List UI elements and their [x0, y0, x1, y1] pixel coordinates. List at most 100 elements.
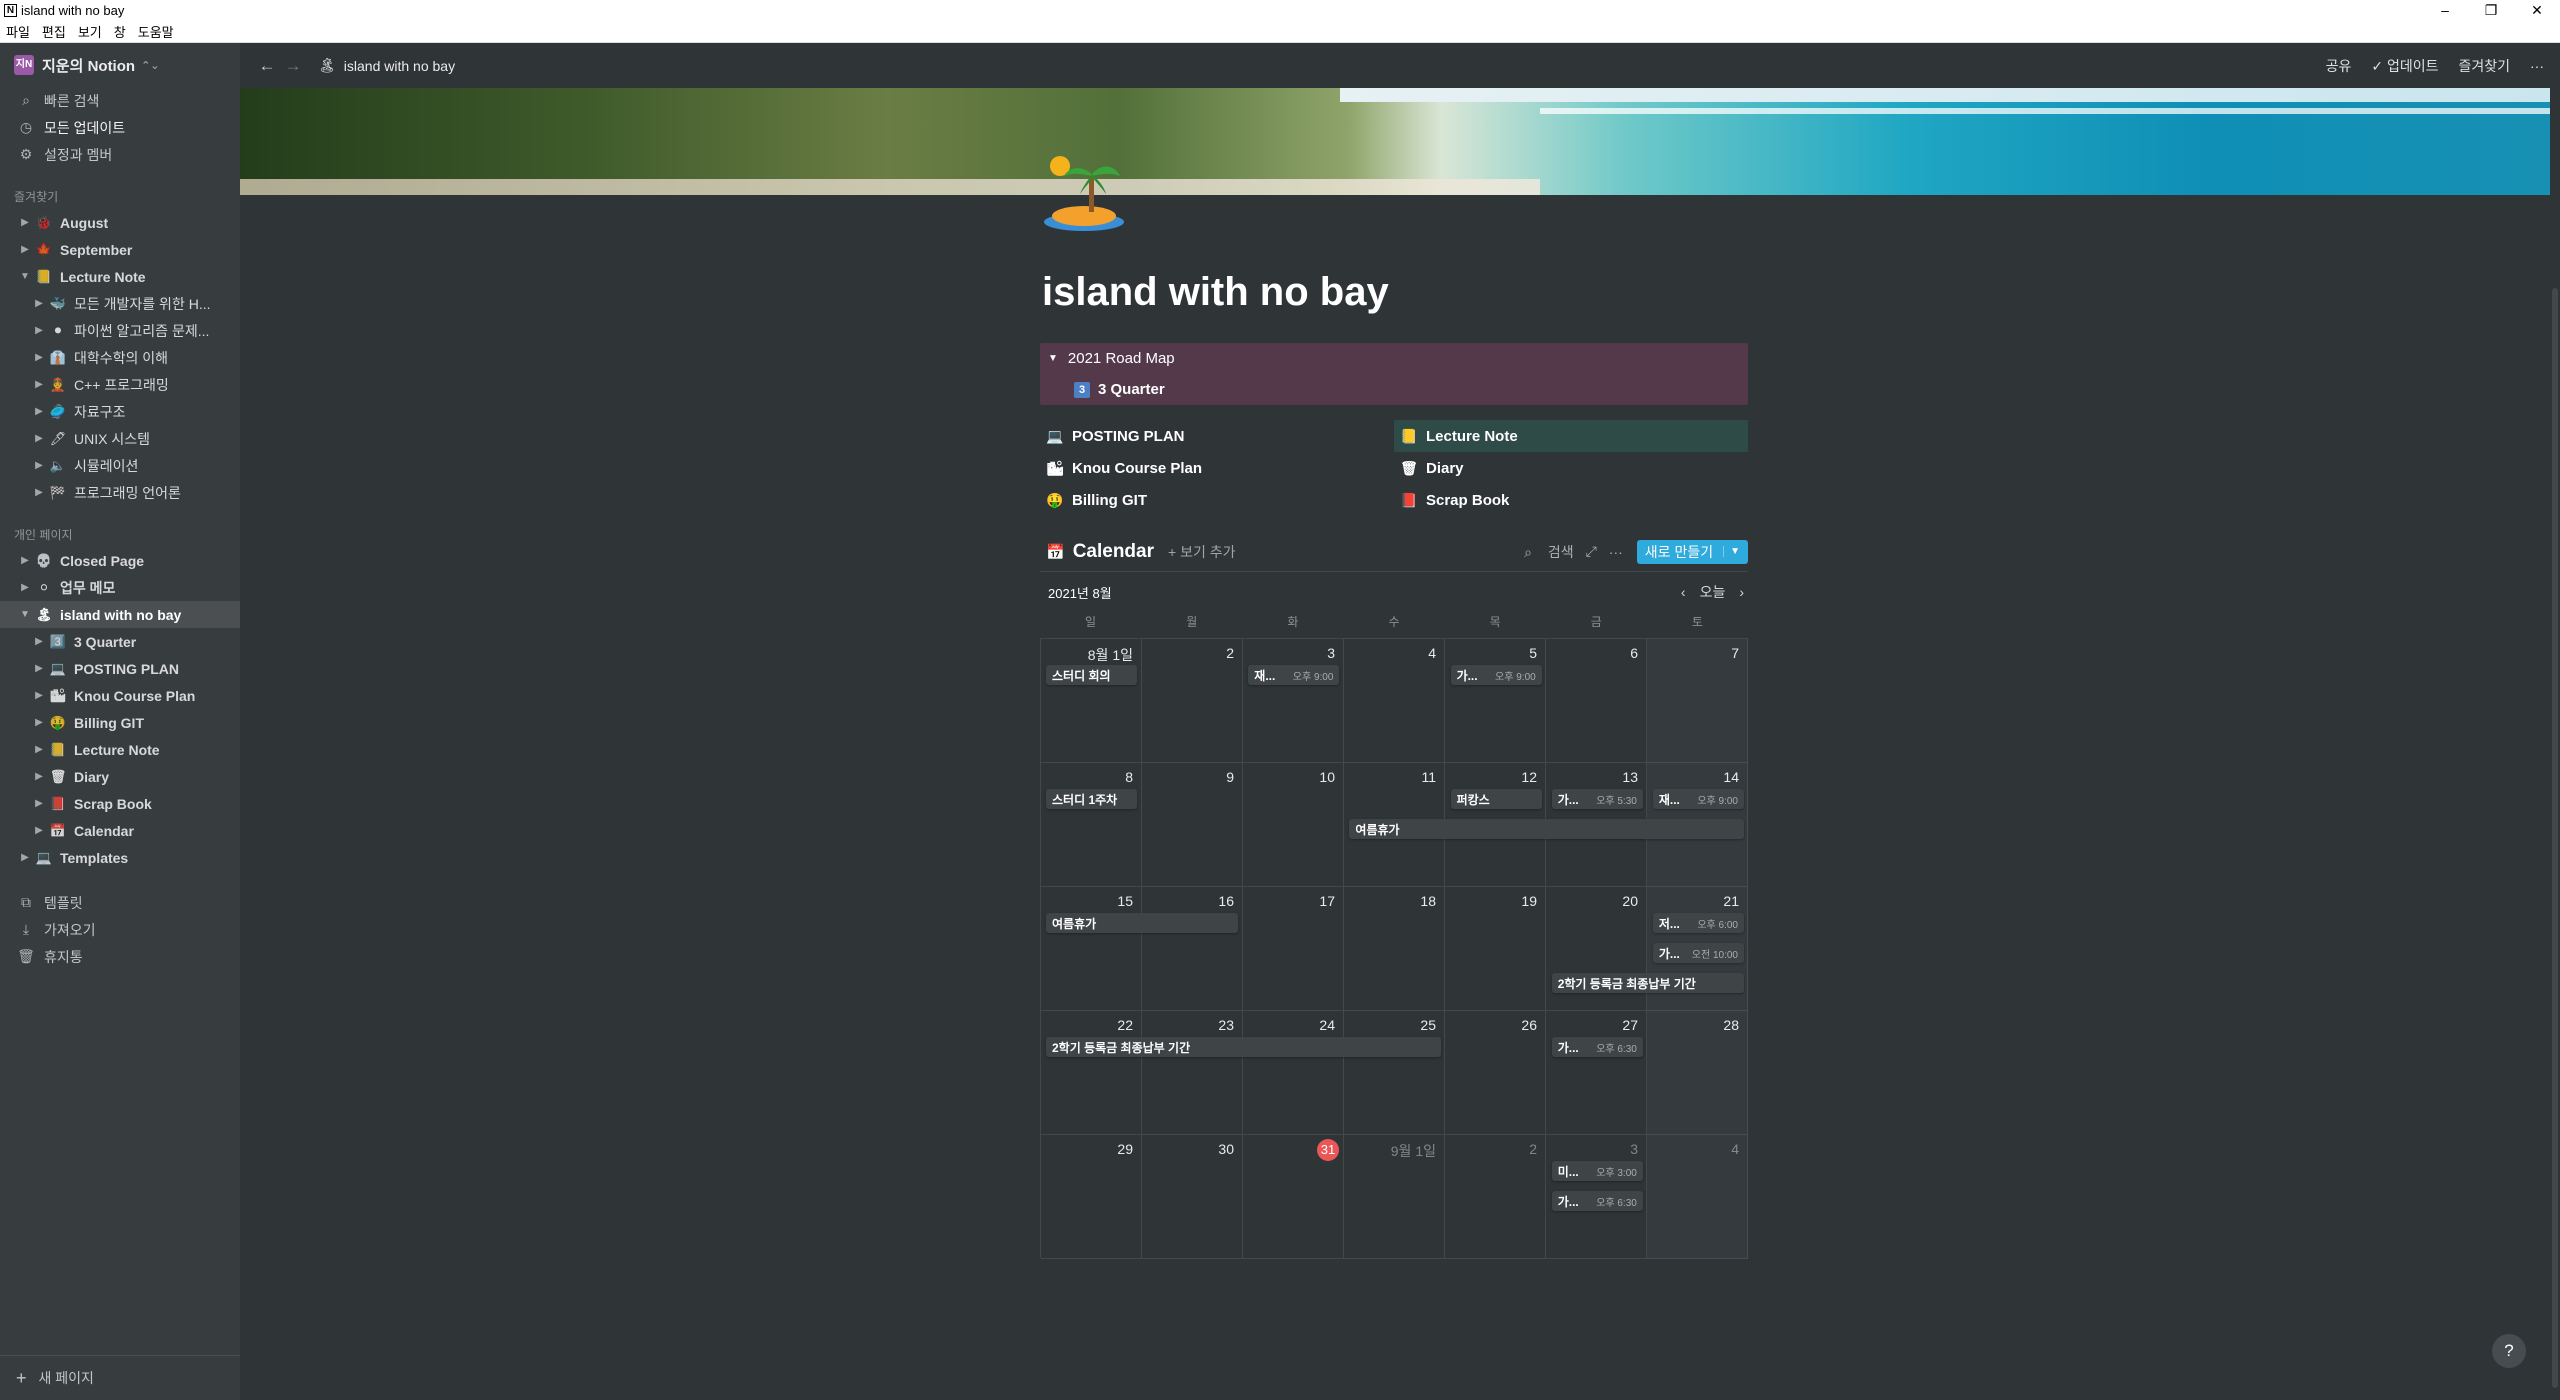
- add-view-button[interactable]: + 보기 추가: [1168, 542, 1235, 562]
- caret-right-icon[interactable]: ▶: [30, 663, 48, 674]
- sidebar-item[interactable]: ▶ 🗑 Diary: [0, 763, 240, 790]
- more-options-button[interactable]: ···: [2530, 58, 2544, 74]
- templates-link[interactable]: ⧉ 템플릿: [0, 889, 240, 916]
- caret-right-icon[interactable]: ▶: [30, 325, 48, 336]
- next-month-icon[interactable]: ›: [1739, 584, 1744, 600]
- caret-down-icon[interactable]: ▼: [16, 271, 34, 282]
- menu-view[interactable]: 보기: [72, 22, 108, 41]
- import-link[interactable]: ⤓ 가져오기: [0, 916, 240, 943]
- caret-right-icon[interactable]: ▶: [16, 217, 34, 228]
- calendar-day[interactable]: 10: [1243, 763, 1344, 887]
- sidebar-item[interactable]: ▶ 🍁 September: [0, 236, 240, 263]
- workspace-switcher[interactable]: 지N 지운의 Notion ⌃⌄: [0, 43, 240, 87]
- calendar-day[interactable]: 8월 1일: [1041, 639, 1142, 763]
- calendar-day[interactable]: 15: [1041, 887, 1142, 1011]
- sidebar-item[interactable]: ▶ 👲 C++ 프로그래밍: [0, 371, 240, 398]
- calendar-day[interactable]: 3: [1243, 639, 1344, 763]
- road-map-toggle[interactable]: ▼ 2021 Road Map 3 3 Quarter: [1040, 343, 1748, 405]
- caret-down-icon[interactable]: ▼: [1048, 353, 1058, 364]
- calendar-day[interactable]: 2: [1142, 639, 1243, 763]
- caret-right-icon[interactable]: ▶: [30, 298, 48, 309]
- breadcrumb[interactable]: 🏝 island with no bay: [318, 57, 455, 74]
- new-item-button[interactable]: 새로 만들기 ▼: [1636, 539, 1748, 564]
- sidebar-item[interactable]: ▶ 🖊 UNIX 시스템: [0, 425, 240, 452]
- all-updates[interactable]: ◷ 모든 업데이트: [0, 114, 240, 141]
- calendar-day[interactable]: 4: [1344, 639, 1445, 763]
- calendar-day[interactable]: 4: [1647, 1135, 1748, 1259]
- calendar-day[interactable]: 2: [1445, 1135, 1546, 1259]
- calendar-day[interactable]: 7: [1647, 639, 1748, 763]
- calendar-event[interactable]: 가... 오후 9:00: [1450, 665, 1542, 685]
- calendar-day[interactable]: 18: [1344, 887, 1445, 1011]
- caret-right-icon[interactable]: ▶: [30, 744, 48, 755]
- calendar-day[interactable]: 9: [1142, 763, 1243, 887]
- calendar-day[interactable]: 31: [1243, 1135, 1344, 1259]
- calendar-day[interactable]: 16: [1142, 887, 1243, 1011]
- page-link[interactable]: 📕 Scrap Book: [1394, 484, 1748, 516]
- calendar-event[interactable]: 여름휴가: [1046, 913, 1239, 933]
- sidebar-item[interactable]: ▶ 💀 Closed Page: [0, 547, 240, 574]
- calendar-day[interactable]: 25: [1344, 1011, 1445, 1135]
- calendar-day[interactable]: 19: [1445, 887, 1546, 1011]
- caret-right-icon[interactable]: ▶: [30, 771, 48, 782]
- page-link[interactable]: 🏙 Knou Course Plan: [1040, 452, 1394, 484]
- calendar-event[interactable]: 스터디 회의: [1046, 665, 1138, 685]
- calendar-day[interactable]: 23: [1142, 1011, 1243, 1135]
- caret-down-icon[interactable]: ▼: [16, 609, 34, 620]
- menu-edit[interactable]: 편집: [36, 22, 72, 41]
- calendar-more-button[interactable]: ···: [1609, 544, 1623, 560]
- page-link[interactable]: 📒 Lecture Note: [1394, 420, 1748, 452]
- trash-link[interactable]: 🗑 휴지통: [0, 943, 240, 970]
- sidebar-item[interactable]: ▶ 3️⃣ 3 Quarter: [0, 628, 240, 655]
- caret-right-icon[interactable]: ▶: [30, 636, 48, 647]
- close-button[interactable]: ✕: [2514, 2, 2560, 19]
- scrollbar[interactable]: [2550, 88, 2560, 1400]
- caret-right-icon[interactable]: ▶: [30, 379, 48, 390]
- today-button[interactable]: 오늘: [1700, 582, 1726, 602]
- calendar-event[interactable]: 가... 오후 6:30: [1551, 1037, 1643, 1057]
- caret-right-icon[interactable]: ▶: [30, 717, 48, 728]
- quick-search[interactable]: ⌕ 빠른 검색: [0, 87, 240, 114]
- calendar-event[interactable]: 여름휴가: [1349, 819, 1744, 839]
- calendar-day[interactable]: 5: [1445, 639, 1546, 763]
- caret-right-icon[interactable]: ▶: [30, 487, 48, 498]
- sidebar-item[interactable]: ▶ 🐞 August: [0, 209, 240, 236]
- sidebar-item[interactable]: ▶ 📒 Lecture Note: [0, 736, 240, 763]
- caret-right-icon[interactable]: ▶: [16, 852, 34, 863]
- calendar-event[interactable]: 2학기 등록금 최종납부 기간: [1046, 1037, 1441, 1057]
- calendar-event[interactable]: 2학기 등록금 최종납부 기간: [1551, 973, 1744, 993]
- favorite-button[interactable]: 즐겨찾기: [2458, 56, 2510, 76]
- help-button[interactable]: ?: [2492, 1334, 2526, 1368]
- calendar-event[interactable]: 가... 오후 6:30: [1551, 1191, 1643, 1211]
- maximize-button[interactable]: ❐: [2468, 2, 2514, 19]
- caret-right-icon[interactable]: ▶: [16, 555, 34, 566]
- sidebar-item[interactable]: ▶ 🤑 Billing GIT: [0, 709, 240, 736]
- calendar-day[interactable]: 28: [1647, 1011, 1748, 1135]
- share-button[interactable]: 공유: [2326, 56, 2352, 76]
- expand-icon[interactable]: ⤢: [1586, 543, 1597, 560]
- calendar-search[interactable]: ⌕ 검색: [1512, 542, 1574, 562]
- caret-right-icon[interactable]: ▶: [30, 825, 48, 836]
- calendar-day[interactable]: 27: [1546, 1011, 1647, 1135]
- menu-help[interactable]: 도움말: [132, 22, 180, 41]
- calendar-event[interactable]: 재... 오후 9:00: [1248, 665, 1340, 685]
- minimize-button[interactable]: –: [2422, 2, 2468, 19]
- forward-arrow-icon[interactable]: →: [280, 56, 306, 76]
- caret-right-icon[interactable]: ▶: [30, 690, 48, 701]
- sidebar-item[interactable]: ▶ 🐳 모든 개발자를 위한 H...: [0, 290, 240, 317]
- calendar-title[interactable]: 📅 Calendar: [1046, 541, 1154, 563]
- sidebar-item[interactable]: ▶ 💻 POSTING PLAN: [0, 655, 240, 682]
- sidebar-item[interactable]: ▶ 📕 Scrap Book: [0, 790, 240, 817]
- page-link[interactable]: 🤑 Billing GIT: [1040, 484, 1394, 516]
- sidebar-item[interactable]: ▶ ⚪ 업무 메모: [0, 574, 240, 601]
- page-link[interactable]: 💻 POSTING PLAN: [1040, 420, 1394, 452]
- caret-right-icon[interactable]: ▶: [30, 352, 48, 363]
- sidebar-item[interactable]: ▶ 💻 Templates: [0, 844, 240, 871]
- caret-right-icon[interactable]: ▶: [30, 433, 48, 444]
- calendar-event[interactable]: 재... 오후 9:00: [1652, 789, 1744, 809]
- calendar-day[interactable]: 26: [1445, 1011, 1546, 1135]
- updates-button[interactable]: ✓ 업데이트: [2371, 56, 2438, 76]
- menu-window[interactable]: 창: [108, 22, 132, 41]
- sidebar-item[interactable]: ▶ ⚫ 파이썬 알고리즘 문제...: [0, 317, 240, 344]
- calendar-event[interactable]: 저... 오후 6:00: [1652, 913, 1744, 933]
